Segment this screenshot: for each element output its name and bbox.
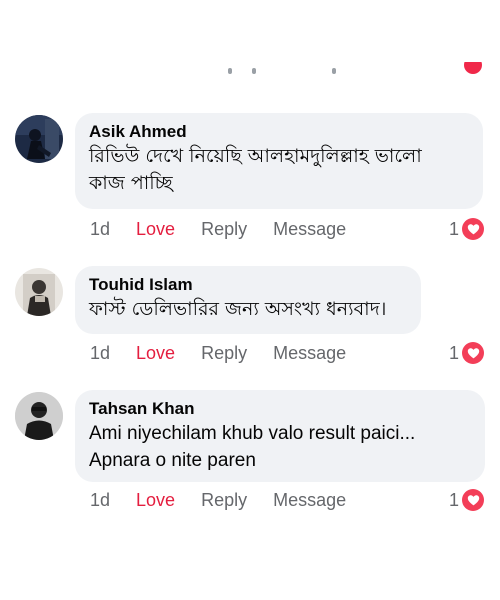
reply-button[interactable]: Reply: [201, 490, 247, 511]
heart-reaction-icon: [462, 218, 484, 240]
reaction-summary[interactable]: 1: [449, 216, 484, 242]
message-button[interactable]: Message: [273, 490, 346, 511]
avatar-image: [15, 115, 63, 163]
reaction-count: 1: [448, 218, 459, 239]
comment-time[interactable]: 1d: [90, 490, 110, 511]
reply-button[interactable]: Reply: [201, 219, 247, 240]
reaction-count: 1: [448, 342, 459, 363]
comment-actions: 1d Love Reply Message: [90, 340, 372, 366]
comment-bubble: Asik Ahmed রিভিউ দেখে নিয়েছি আলহামদুলিল…: [75, 113, 483, 209]
message-button[interactable]: Message: [273, 343, 346, 364]
message-button[interactable]: Message: [273, 219, 346, 240]
love-button[interactable]: Love: [136, 219, 175, 240]
heart-reaction-icon: [462, 342, 484, 364]
comment-author[interactable]: Touhid Islam: [89, 274, 407, 296]
comment-text: রিভিউ দেখে নিয়েছি আলহামদুলিল্লাহ ভালো ক…: [89, 145, 422, 194]
comment-text: ফাস্ট ডেলিভারির জন্য অসংখ্য ধন্যবাদ।: [89, 298, 387, 320]
love-button[interactable]: Love: [136, 490, 175, 511]
reaction-summary[interactable]: 1: [449, 340, 484, 366]
partial-love-glyph: [228, 68, 232, 74]
love-button[interactable]: Love: [136, 343, 175, 364]
previous-comment-actions-partial: [0, 62, 500, 88]
avatar[interactable]: [15, 268, 63, 316]
reply-button[interactable]: Reply: [201, 343, 247, 364]
comment-author[interactable]: Tahsan Khan: [89, 398, 471, 420]
partial-message-glyph: [332, 68, 336, 74]
avatar[interactable]: [15, 115, 63, 163]
comment-time[interactable]: 1d: [90, 343, 110, 364]
heart-reaction-icon: [464, 62, 482, 74]
comment-time[interactable]: 1d: [90, 219, 110, 240]
comment-text: Ami niyechilam khub valo result paici...…: [89, 423, 416, 471]
comment-bubble: Tahsan Khan Ami niyechilam khub valo res…: [75, 390, 485, 482]
comment-actions: 1d Love Reply Message: [90, 216, 372, 242]
avatar-image: [15, 392, 63, 440]
avatar-image: [15, 268, 63, 316]
avatar[interactable]: [15, 392, 63, 440]
reaction-summary[interactable]: 1: [449, 487, 484, 513]
reaction-count: 1: [448, 489, 459, 510]
comment-bubble: Touhid Islam ফাস্ট ডেলিভারির জন্য অসংখ্য…: [75, 266, 421, 334]
comment-actions: 1d Love Reply Message: [90, 487, 372, 513]
partial-reply-glyph: [252, 68, 256, 74]
comment-author[interactable]: Asik Ahmed: [89, 121, 469, 143]
heart-reaction-icon: [462, 489, 484, 511]
